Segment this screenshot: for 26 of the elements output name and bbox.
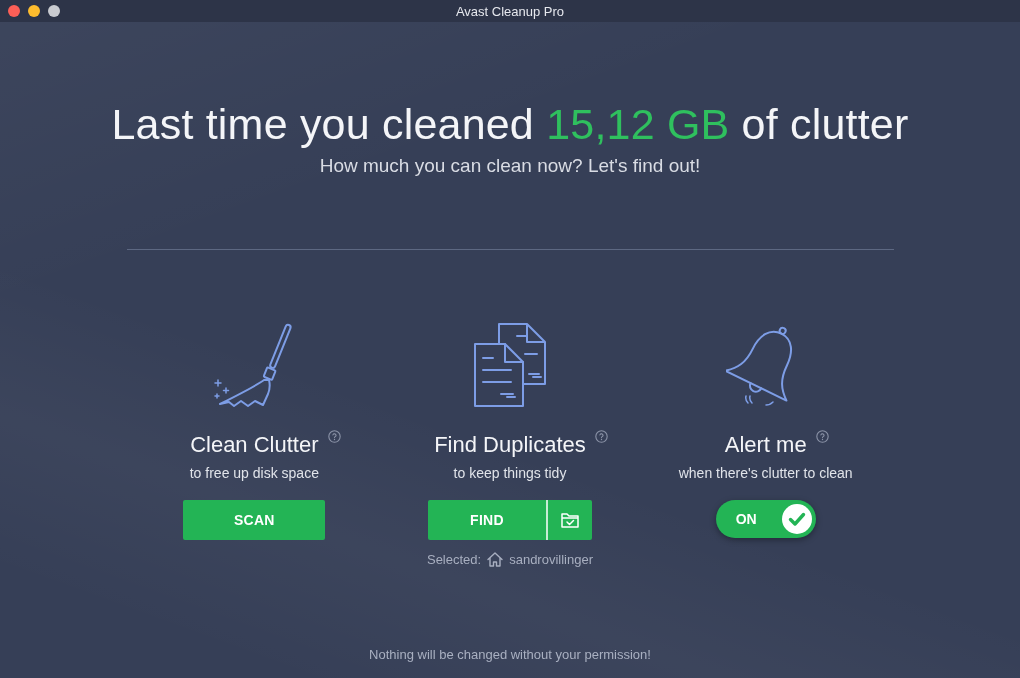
minimize-button[interactable] bbox=[28, 5, 40, 17]
feature-title: Find Duplicates bbox=[434, 431, 586, 459]
zoom-button[interactable] bbox=[48, 5, 60, 17]
close-button[interactable] bbox=[8, 5, 20, 17]
choose-folder-button[interactable] bbox=[546, 500, 592, 540]
check-icon bbox=[781, 504, 812, 534]
documents-icon bbox=[471, 322, 549, 408]
subtitle: How much you can clean now? Let's find out! bbox=[319, 154, 701, 178]
help-icon[interactable] bbox=[815, 430, 829, 443]
headline: Last time you cleaned 15,12 GB of clutter bbox=[111, 99, 909, 150]
home-icon bbox=[487, 552, 504, 567]
feature-title: Alert me bbox=[724, 431, 807, 459]
help-icon[interactable] bbox=[594, 430, 608, 443]
feature-subtitle: to free up disk space bbox=[189, 464, 319, 482]
folder-check-icon bbox=[561, 512, 579, 528]
feature-subtitle: when there's clutter to clean bbox=[678, 464, 853, 482]
alert-toggle[interactable]: ON bbox=[715, 500, 816, 538]
feature-subtitle: to keep things tidy bbox=[453, 464, 567, 482]
find-button[interactable]: FIND bbox=[428, 500, 546, 540]
window-title: Avast Cleanup Pro bbox=[455, 3, 565, 19]
footer-note: Nothing will be changed without your permission! bbox=[369, 647, 651, 662]
help-icon[interactable] bbox=[327, 430, 341, 443]
feature-title: Clean Clutter bbox=[190, 431, 319, 459]
selected-label: Selected: bbox=[426, 552, 482, 567]
selected-folder: sandrovillinger bbox=[509, 552, 593, 567]
scan-button[interactable]: SCAN bbox=[183, 500, 326, 540]
